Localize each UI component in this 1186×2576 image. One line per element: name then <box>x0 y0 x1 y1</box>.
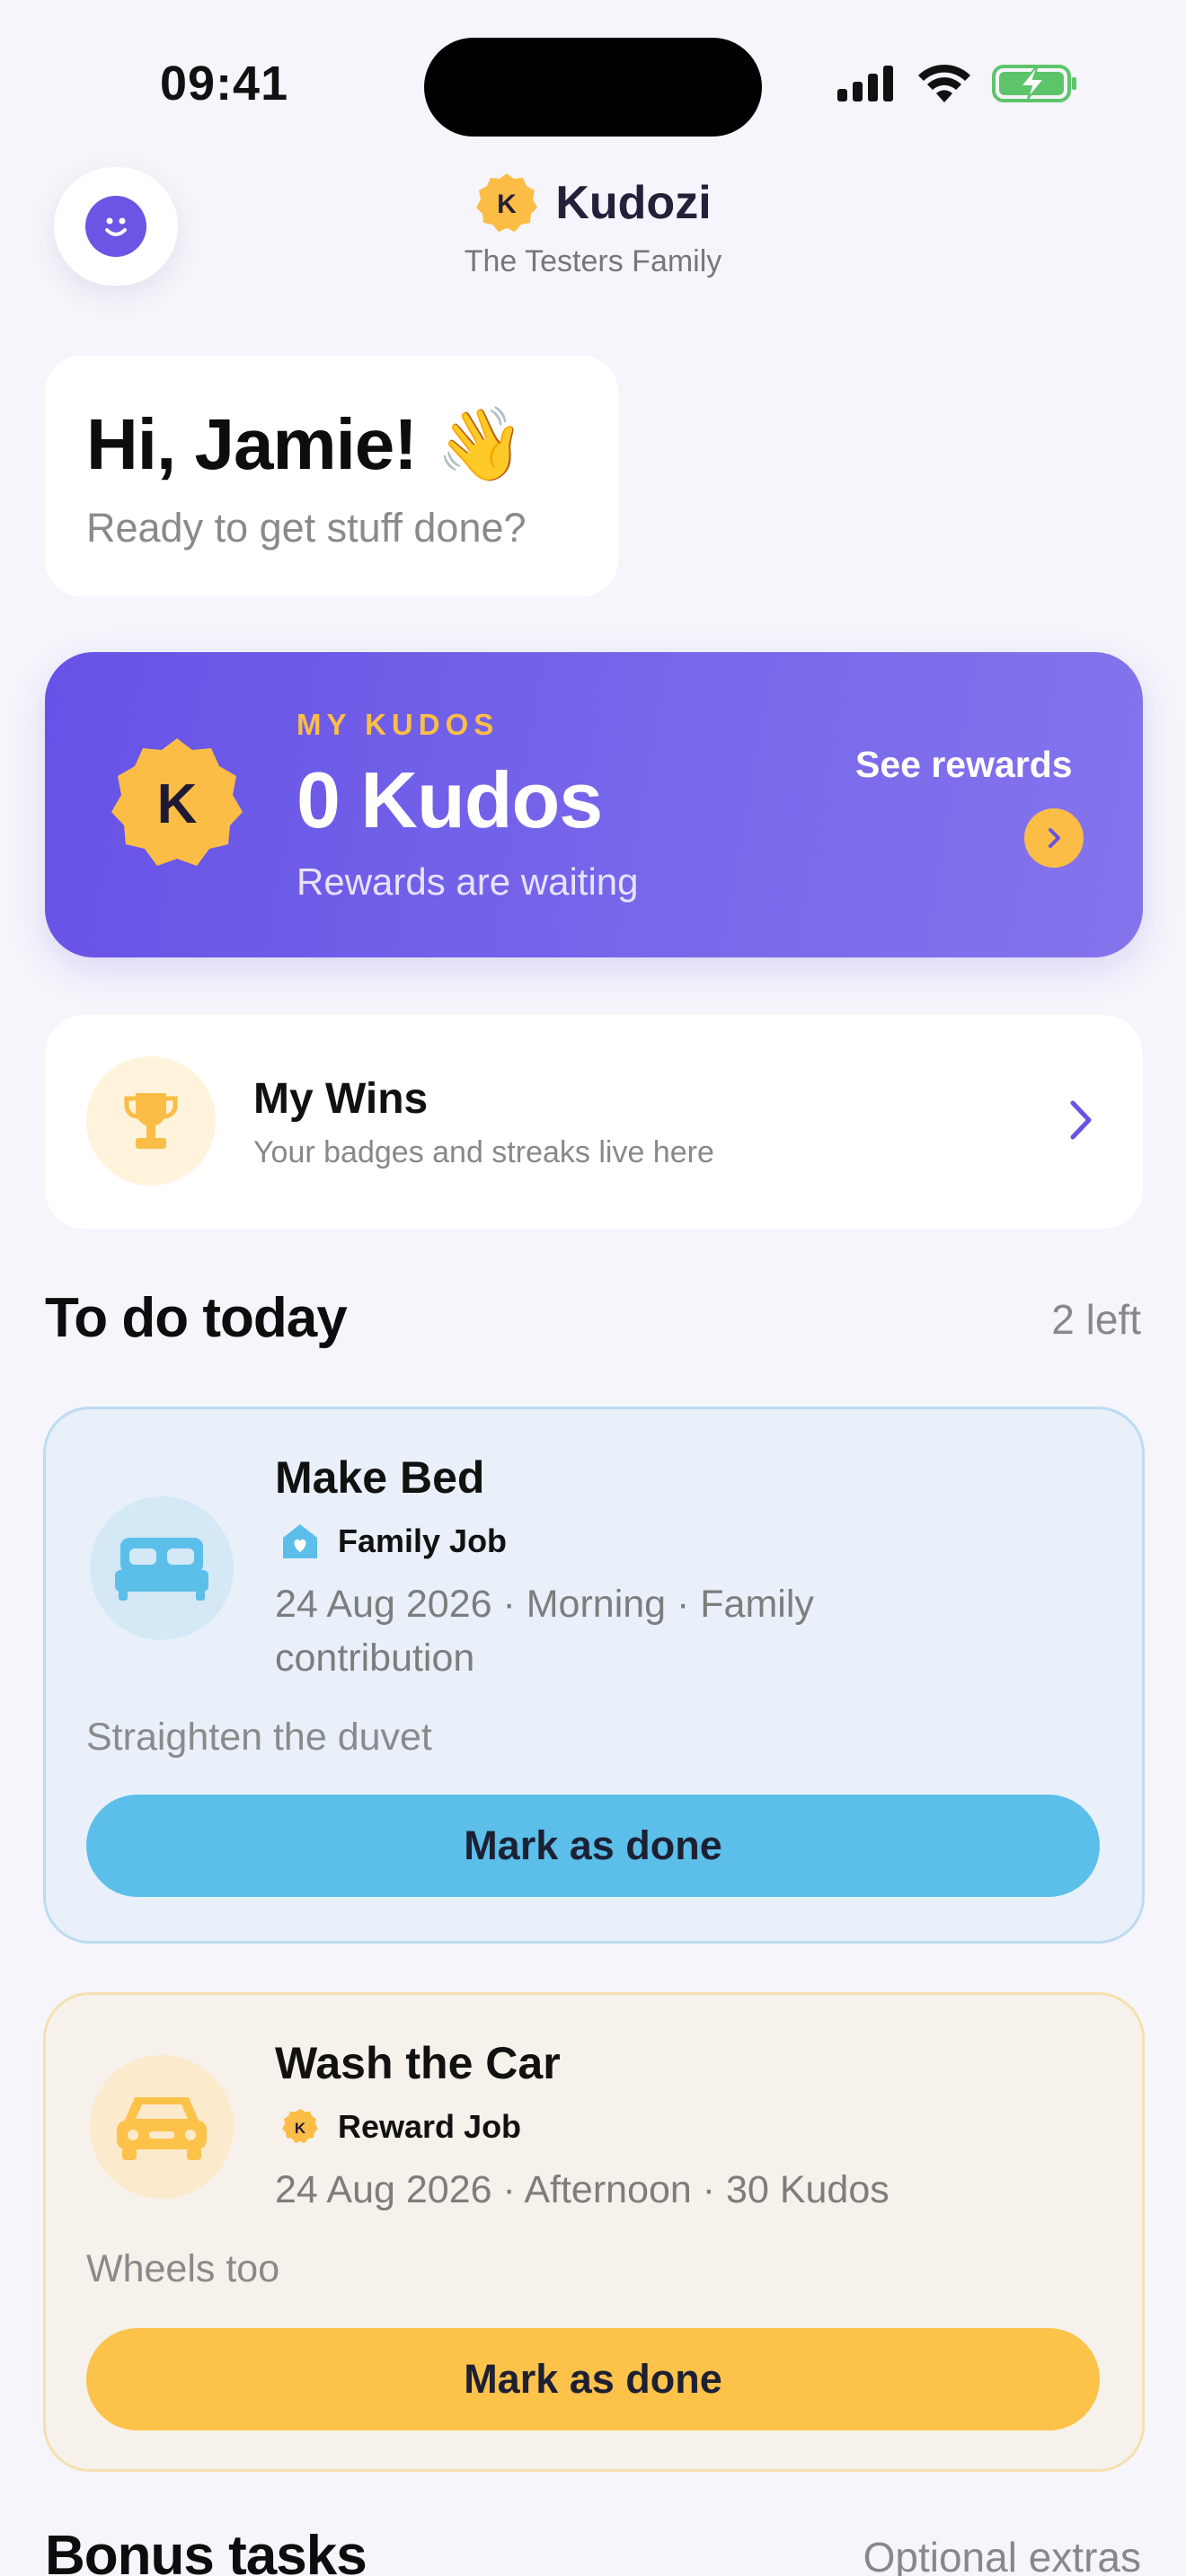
greeting-title: Hi, Jamie! 👋 <box>86 404 526 484</box>
task-tag: K Reward Job <box>280 2107 521 2147</box>
section-title-today: To do today <box>45 1287 348 1349</box>
wins-icon-badge <box>86 1056 216 1186</box>
family-name: The Testers Family <box>464 244 722 278</box>
task-tag: Family Job <box>280 1522 507 1561</box>
kudos-subtitle: Rewards are waiting <box>296 860 639 903</box>
kudos-label: MY KUDOS <box>296 708 500 741</box>
svg-text:K: K <box>498 190 518 219</box>
dynamic-island <box>424 38 762 137</box>
section-title-bonus: Bonus tasks <box>45 2525 367 2576</box>
task-meta: 24 Aug 2026 · Afternoon · 30 Kudos <box>275 2168 890 2211</box>
brand-name: Kudozi <box>555 177 712 229</box>
mark-as-done-button[interactable]: Mark as done <box>86 2328 1100 2430</box>
greeting-subtitle: Ready to get stuff done? <box>86 505 527 551</box>
chevron-right-icon[interactable] <box>1066 1098 1096 1142</box>
tasks-left-count: 2 left <box>1051 1296 1141 1343</box>
svg-text:K: K <box>157 773 198 835</box>
bonus-subtitle: Optional extras <box>863 2534 1141 2576</box>
wifi-icon <box>918 64 970 102</box>
kudos-coin-icon: K <box>282 2109 318 2143</box>
status-icons <box>836 63 1078 104</box>
task-note: Straighten the duvet <box>86 1716 432 1759</box>
task-icon-badge <box>90 2055 234 2199</box>
trophy-icon <box>124 1093 178 1149</box>
battery-charging-icon <box>992 65 1076 102</box>
brand-header: K Kudozi <box>0 171 1186 235</box>
kudos-coin-icon: K <box>111 738 243 866</box>
task-tag-label: Reward Job <box>338 2108 522 2145</box>
task-title: Wash the Car <box>275 2038 561 2088</box>
mark-as-done-button[interactable]: Mark as done <box>86 1795 1100 1897</box>
kudos-value: 0 Kudos <box>296 755 603 844</box>
task-tag-label: Family Job <box>338 1522 508 1559</box>
my-wins-subtitle: Your badges and streaks live here <box>253 1135 714 1169</box>
bed-icon <box>115 1538 208 1601</box>
house-heart-icon <box>283 1524 317 1558</box>
kudos-coin-logo-icon: K <box>476 173 538 232</box>
task-meta: 24 Aug 2026 · Morning · Family contribut… <box>275 1583 814 1680</box>
task-title: Make Bed <box>275 1452 485 1503</box>
my-wins-title: My Wins <box>253 1075 429 1123</box>
chevron-right-icon <box>1049 828 1060 848</box>
task-note: Wheels too <box>86 2247 280 2290</box>
car-icon <box>117 2097 207 2160</box>
see-rewards-button[interactable] <box>1024 808 1084 868</box>
see-rewards-link[interactable]: See rewards <box>855 744 1073 786</box>
task-icon-badge <box>90 1496 234 1640</box>
svg-text:K: K <box>295 2120 306 2137</box>
cellular-signal-icon <box>837 66 893 101</box>
status-time: 09:41 <box>160 57 289 110</box>
